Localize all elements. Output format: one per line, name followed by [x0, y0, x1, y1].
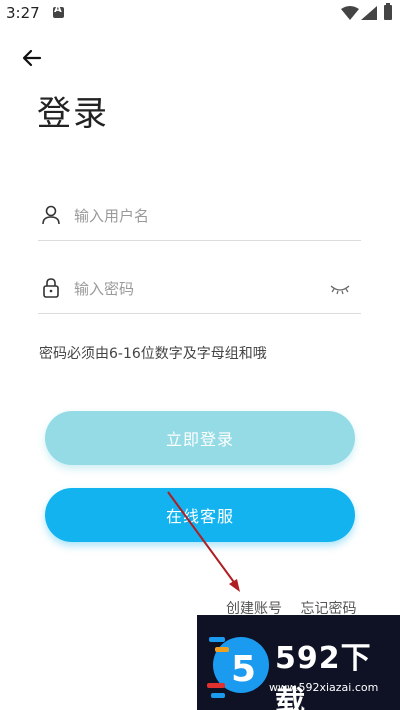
user-icon — [42, 205, 60, 225]
watermark: 5 592下载 www.592xiazai.com — [197, 615, 400, 710]
password-hint: 密码必须由6-16位数字及字母组和哦 — [39, 346, 267, 362]
page-title: 登录 — [37, 94, 109, 134]
username-field — [38, 192, 361, 241]
status-time: 3:27 — [6, 4, 40, 22]
592-logo-icon: 5 — [207, 637, 269, 698]
back-arrow-icon[interactable] — [20, 46, 44, 70]
notification-a-icon — [53, 4, 64, 18]
watermark-brand: 592下载 — [275, 641, 372, 710]
eye-closed-icon[interactable] — [329, 282, 351, 296]
battery-charging-icon — [384, 3, 392, 20]
status-bar: 3:27 — [0, 0, 400, 28]
wifi-icon — [341, 6, 359, 20]
login-button[interactable]: 立即登录 — [45, 411, 355, 465]
password-input[interactable] — [72, 275, 316, 303]
password-field — [38, 265, 361, 314]
svg-text:5: 5 — [231, 649, 256, 690]
signal-icon — [361, 6, 377, 20]
watermark-url: www.592xiazai.com — [269, 681, 379, 694]
lock-icon — [43, 278, 59, 298]
online-service-button[interactable]: 在线客服 — [45, 488, 355, 542]
username-input[interactable] — [72, 202, 316, 230]
